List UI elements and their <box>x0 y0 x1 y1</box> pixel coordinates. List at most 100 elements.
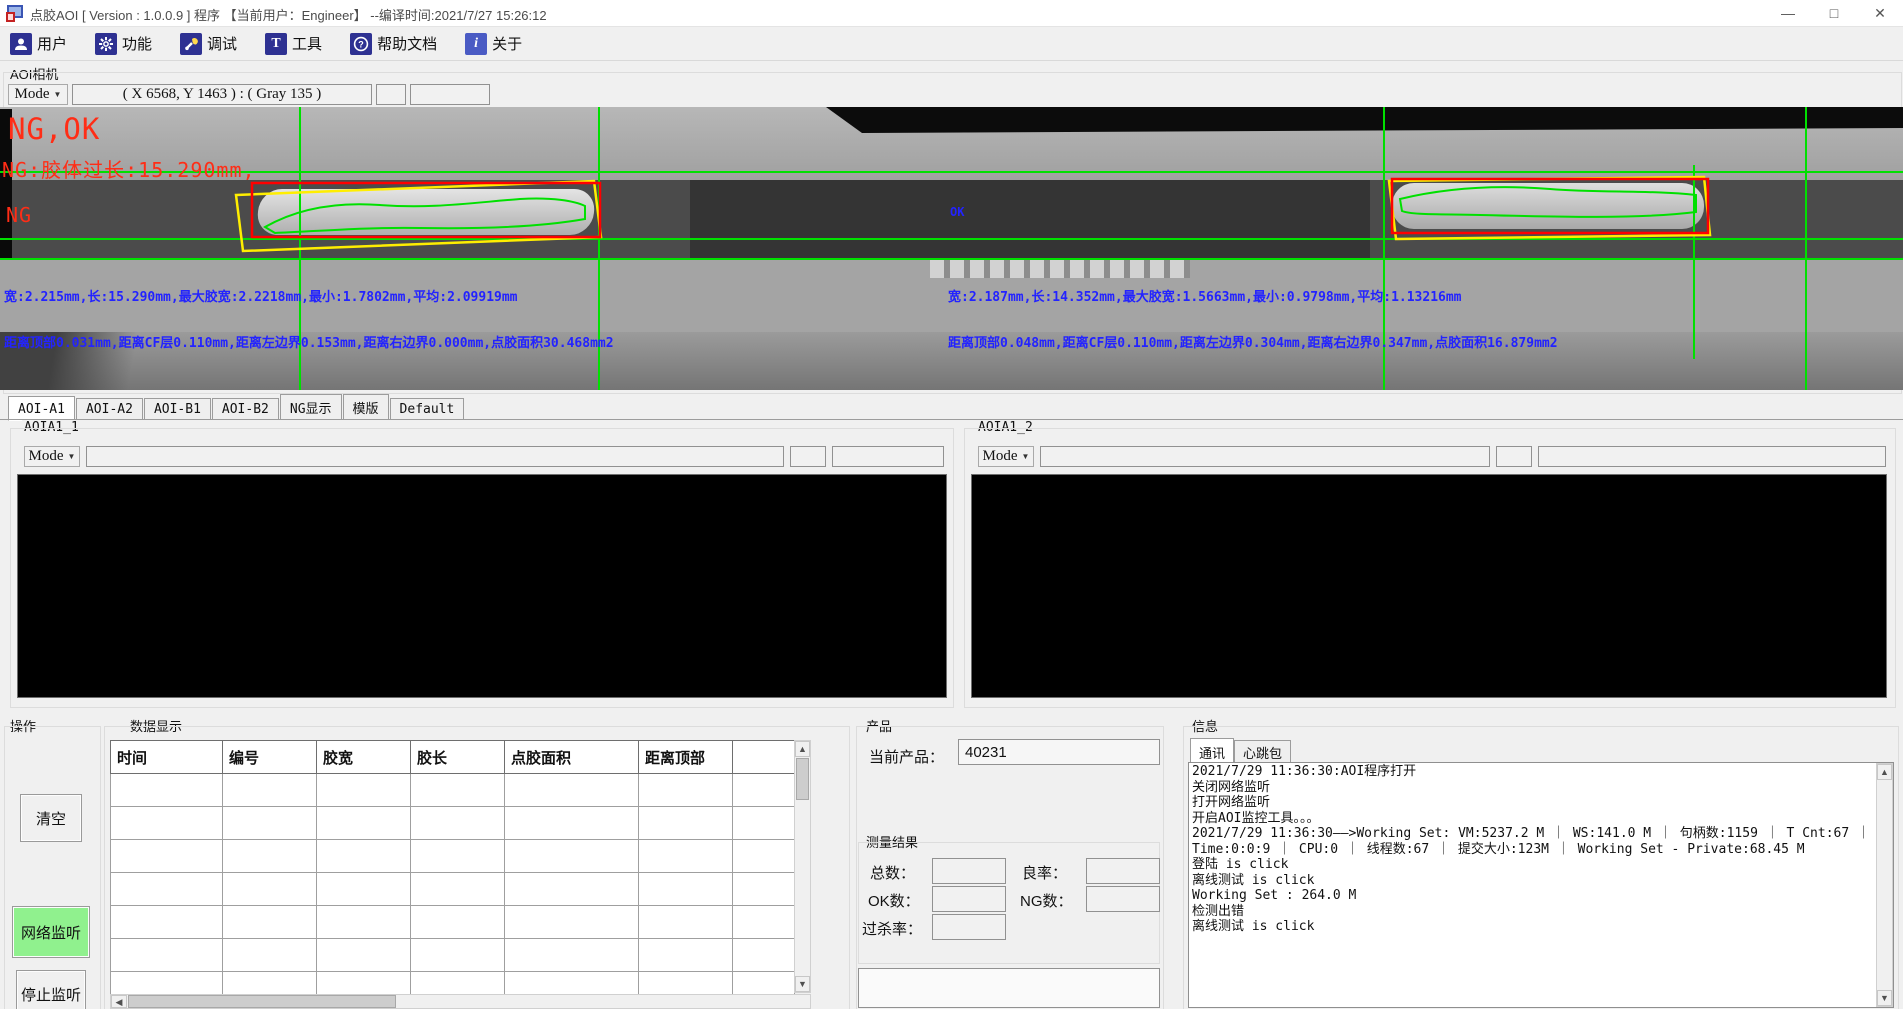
table-cell[interactable] <box>639 807 733 840</box>
table-cell[interactable] <box>223 807 317 840</box>
tab-aoi-b1[interactable]: AOI-B1 <box>144 398 211 420</box>
table-cell[interactable] <box>111 873 223 906</box>
user-icon <box>10 33 32 55</box>
col-time[interactable]: 时间 <box>111 741 223 774</box>
table-cell[interactable] <box>223 906 317 939</box>
table-cell[interactable] <box>505 873 639 906</box>
table-row[interactable] <box>111 939 795 972</box>
table-cell[interactable] <box>733 774 795 807</box>
table-cell[interactable] <box>639 906 733 939</box>
table-cell[interactable] <box>505 939 639 972</box>
table-vscroll-thumb[interactable] <box>796 758 809 800</box>
table-cell[interactable] <box>317 873 411 906</box>
minimize-button[interactable]: — <box>1765 0 1811 26</box>
table-row[interactable] <box>111 774 795 807</box>
table-cell[interactable] <box>223 939 317 972</box>
tab-aoi-b2[interactable]: AOI-B2 <box>212 398 279 420</box>
network-listen-button[interactable]: 网络监听 <box>12 906 90 958</box>
table-cell[interactable] <box>505 807 639 840</box>
col-glue-length[interactable]: 胶长 <box>411 741 505 774</box>
scroll-down-icon[interactable]: ▼ <box>1877 990 1892 1006</box>
table-cell[interactable] <box>411 939 505 972</box>
table-cell[interactable] <box>317 807 411 840</box>
table-cell[interactable] <box>111 774 223 807</box>
table-row[interactable] <box>111 807 795 840</box>
table-cell[interactable] <box>733 807 795 840</box>
toolbar-user-button[interactable]: 用户 <box>10 33 67 55</box>
table-hscrollbar[interactable]: ◀ <box>110 994 811 1009</box>
panel1-mode-dropdown[interactable]: Mode ▼ <box>24 446 80 467</box>
tab-aoi-a2[interactable]: AOI-A2 <box>76 398 143 420</box>
tab-heartbeat[interactable]: 心跳包 <box>1234 740 1291 764</box>
col-glue-width[interactable]: 胶宽 <box>317 741 411 774</box>
col-id[interactable]: 编号 <box>223 741 317 774</box>
tools-icon: T <box>265 33 287 55</box>
table-cell[interactable] <box>111 807 223 840</box>
table-cell[interactable] <box>411 873 505 906</box>
table-cell[interactable] <box>505 774 639 807</box>
table-vscrollbar[interactable]: ▲ ▼ <box>794 740 811 993</box>
col-glue-area[interactable]: 点胶面积 <box>505 741 639 774</box>
table-cell[interactable] <box>111 939 223 972</box>
table-cell[interactable] <box>317 774 411 807</box>
table-cell[interactable] <box>223 840 317 873</box>
camera-mode-dropdown[interactable]: Mode ▼ <box>8 84 68 105</box>
table-cell[interactable] <box>223 873 317 906</box>
toolbar-about-label: 关于 <box>492 33 522 54</box>
scroll-down-icon[interactable]: ▼ <box>795 976 810 992</box>
toolbar-help-button[interactable]: ? 帮助文档 <box>350 33 437 55</box>
table-cell[interactable] <box>639 873 733 906</box>
stop-listen-button[interactable]: 停止监听 <box>16 970 86 1009</box>
scroll-up-icon[interactable]: ▲ <box>1877 764 1892 780</box>
table-cell[interactable] <box>639 939 733 972</box>
scroll-up-icon[interactable]: ▲ <box>795 741 810 757</box>
table-cell[interactable] <box>223 774 317 807</box>
table-cell[interactable] <box>111 906 223 939</box>
tab-template[interactable]: 模版 <box>343 394 389 420</box>
table-row[interactable] <box>111 906 795 939</box>
table-cell[interactable] <box>733 906 795 939</box>
toolbar-about-button[interactable]: i 关于 <box>465 33 522 55</box>
clear-button[interactable]: 清空 <box>20 794 82 842</box>
table-cell[interactable] <box>411 840 505 873</box>
toolbar-function-button[interactable]: 功能 <box>95 33 152 55</box>
table-cell[interactable] <box>411 774 505 807</box>
toolbar-tools-button[interactable]: T 工具 <box>265 33 322 55</box>
table-row[interactable] <box>111 840 795 873</box>
table-cell[interactable] <box>111 840 223 873</box>
table-cell[interactable] <box>505 906 639 939</box>
tab-aoi-a1[interactable]: AOI-A1 <box>8 396 75 421</box>
tab-comm[interactable]: 通讯 <box>1190 738 1234 764</box>
table-cell[interactable] <box>411 906 505 939</box>
log-line: 2021/7/29 11:36:30:AOI程序打开 <box>1192 764 1890 780</box>
maximize-button[interactable]: □ <box>1811 0 1857 26</box>
current-product-label: 当前产品： <box>869 746 944 767</box>
table-cell[interactable] <box>317 840 411 873</box>
table-cell[interactable] <box>411 807 505 840</box>
table-cell[interactable] <box>505 840 639 873</box>
toolbar-debug-button[interactable]: 调试 <box>180 33 237 55</box>
panel2-mode-dropdown[interactable]: Mode ▼ <box>978 446 1034 467</box>
table-hscroll-thumb[interactable] <box>128 995 396 1008</box>
tab-divider <box>0 419 1903 420</box>
panel1-readout-box <box>86 446 784 467</box>
table-cell[interactable] <box>733 873 795 906</box>
current-product-input[interactable]: 40231 <box>958 739 1160 765</box>
table-row[interactable] <box>111 873 795 906</box>
col-distance-top[interactable]: 距离顶部 <box>639 741 733 774</box>
table-cell[interactable] <box>639 774 733 807</box>
log-vscrollbar[interactable]: ▲ ▼ <box>1876 763 1893 1007</box>
window-title: 点胶AOI [ Version : 1.0.0.9 ] 程序 【当前用户：Eng… <box>30 5 547 24</box>
log-line: 关闭网络监听 <box>1192 780 1890 796</box>
table-cell[interactable] <box>733 939 795 972</box>
table-cell[interactable] <box>317 939 411 972</box>
scroll-left-icon[interactable]: ◀ <box>111 995 127 1008</box>
tab-default[interactable]: Default <box>390 398 465 420</box>
table-cell[interactable] <box>733 840 795 873</box>
panel1-mode-label: Mode <box>29 448 64 465</box>
log-line: 2021/7/29 11:36:30——>Working Set: VM:523… <box>1192 826 1890 842</box>
close-button[interactable]: ✕ <box>1857 0 1903 26</box>
tab-ng-display[interactable]: NG显示 <box>280 394 342 420</box>
table-cell[interactable] <box>317 906 411 939</box>
table-cell[interactable] <box>639 840 733 873</box>
